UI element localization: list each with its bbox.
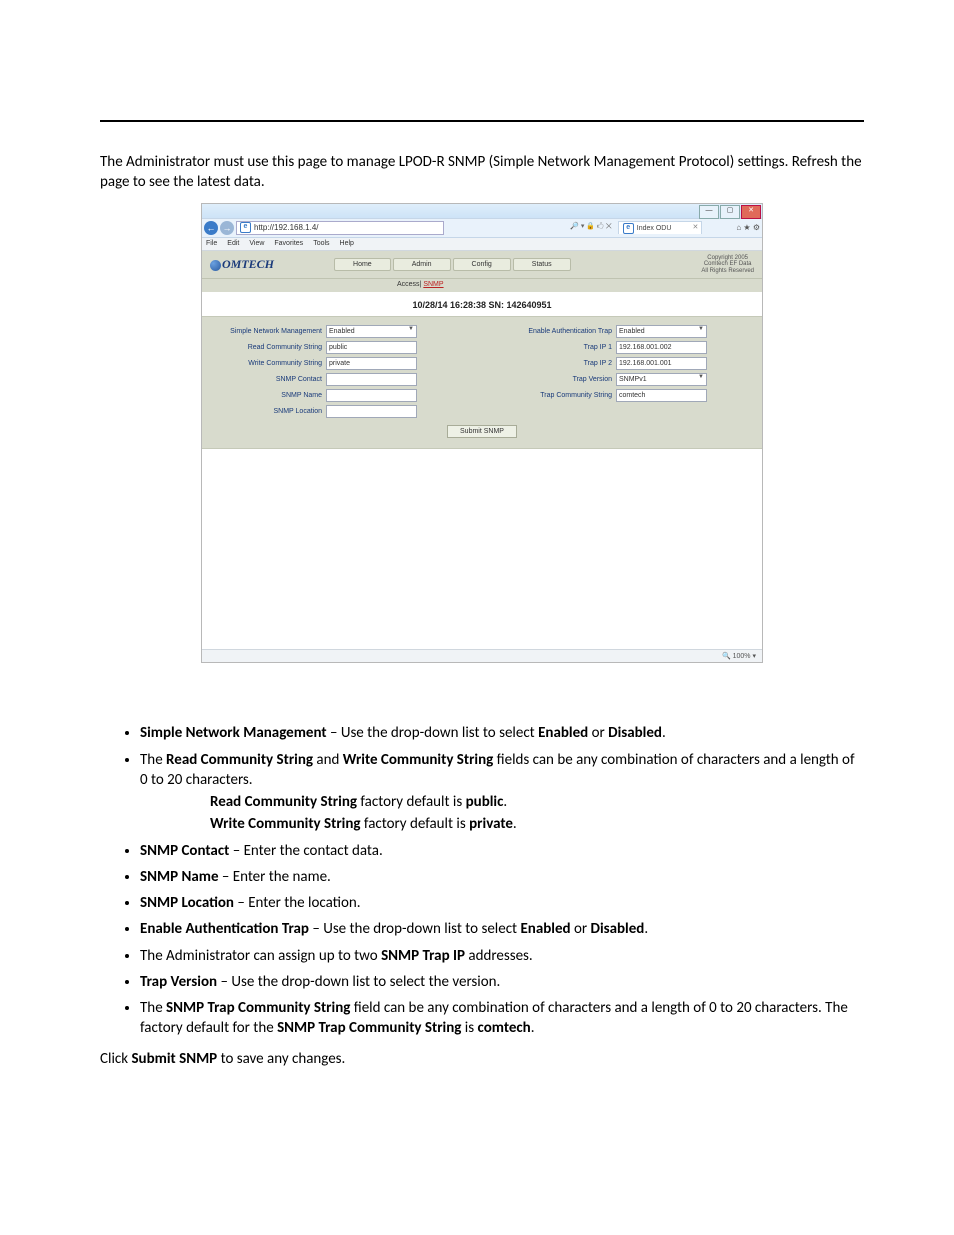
- tab-title: Index ODU: [637, 225, 672, 232]
- tab-admin[interactable]: Admin: [393, 258, 451, 271]
- tab-close-icon[interactable]: ✕: [693, 223, 699, 231]
- ie-menu-bar: File Edit View Favorites Tools Help: [202, 238, 762, 251]
- form-row: Trap IP 2192.168.001.001: [502, 355, 752, 371]
- field-label: Trap Version: [502, 376, 616, 383]
- form-row: SNMP Name: [212, 387, 462, 403]
- blank-area: [202, 449, 762, 649]
- field-label: Trap IP 1: [502, 344, 616, 351]
- field-label: Trap IP 2: [502, 360, 616, 367]
- top-rule: [100, 120, 864, 122]
- tab-config[interactable]: Config: [453, 258, 511, 271]
- field-label: Enable Authentication Trap: [502, 328, 616, 335]
- list-item: Trap Version – Use the drop-down list to…: [140, 972, 864, 992]
- form-row: SNMP Location: [212, 403, 462, 419]
- field-label: SNMP Location: [212, 408, 326, 415]
- text-input[interactable]: [326, 405, 417, 418]
- list-item: Enable Authentication Trap – Use the dro…: [140, 919, 864, 939]
- field-label: Write Community String: [212, 360, 326, 367]
- list-item: SNMP Contact – Enter the contact data.: [140, 841, 864, 861]
- forward-button[interactable]: →: [220, 221, 234, 235]
- text-input[interactable]: [326, 389, 417, 402]
- menu-favorites[interactable]: Favorites: [274, 240, 303, 247]
- dropdown[interactable]: Enabled: [326, 325, 417, 338]
- field-label: SNMP Name: [212, 392, 326, 399]
- close-button[interactable]: ✕: [741, 205, 761, 219]
- screenshot-ie-window: — ▢ ✕ ← → e http://192.168.1.4/ 🔎 ▾ 🔒 🖒 …: [201, 203, 763, 664]
- zoom-indicator[interactable]: 🔍 100% ▾: [722, 652, 756, 660]
- closing-paragraph: Click Submit SNMP to save any changes.: [100, 1049, 864, 1069]
- form-row: Write Community Stringprivate: [212, 355, 462, 371]
- app-header: OMTECH Home Admin Config Status Copyrigh…: [202, 251, 762, 280]
- subnav-snmp-link[interactable]: SNMP: [423, 281, 443, 288]
- text-input[interactable]: 192.168.001.002: [616, 341, 707, 354]
- menu-edit[interactable]: Edit: [227, 240, 239, 247]
- menu-tools[interactable]: Tools: [313, 240, 329, 247]
- submit-snmp-button[interactable]: Submit SNMP: [447, 425, 517, 438]
- dropdown[interactable]: SNMPv1: [616, 373, 707, 386]
- field-label: SNMP Contact: [212, 376, 326, 383]
- form-row: Read Community Stringpublic: [212, 339, 462, 355]
- ie-status-bar: 🔍 100% ▾: [202, 649, 762, 662]
- list-item: Simple Network Management – Use the drop…: [140, 723, 864, 743]
- maximize-button[interactable]: ▢: [720, 205, 740, 219]
- field-label: Read Community String: [212, 344, 326, 351]
- menu-file[interactable]: File: [206, 240, 217, 247]
- menu-view[interactable]: View: [249, 240, 264, 247]
- url-text: http://192.168.1.4/: [254, 223, 319, 232]
- minimize-button[interactable]: —: [699, 205, 719, 219]
- sub-nav: Access| SNMP: [202, 279, 762, 292]
- timestamp-line: 10/28/14 16:28:38 SN: 142640951: [202, 292, 762, 316]
- text-input[interactable]: public: [326, 341, 417, 354]
- form-row: Trap VersionSNMPv1: [502, 371, 752, 387]
- text-input[interactable]: comtech: [616, 389, 707, 402]
- address-bar: ← → e http://192.168.1.4/ 🔎 ▾ 🔒 🖒 ✕ e In…: [202, 218, 762, 238]
- text-input[interactable]: [326, 373, 417, 386]
- tab-status[interactable]: Status: [513, 258, 571, 271]
- form-row: Trap Community Stringcomtech: [502, 387, 752, 403]
- instruction-list: Simple Network Management – Use the drop…: [100, 723, 864, 1038]
- field-label: Trap Community String: [502, 392, 616, 399]
- text-input[interactable]: private: [326, 357, 417, 370]
- text-input[interactable]: 192.168.001.001: [616, 357, 707, 370]
- snmp-panel: Simple Network ManagementEnabledRead Com…: [202, 316, 762, 449]
- left-column: Simple Network ManagementEnabledRead Com…: [212, 323, 462, 419]
- window-titlebar: — ▢ ✕: [202, 204, 762, 218]
- list-item: SNMP Name – Enter the name.: [140, 867, 864, 887]
- back-button[interactable]: ←: [204, 221, 218, 235]
- app-nav: Home Admin Config Status: [334, 258, 571, 271]
- ie-icon: e: [240, 222, 251, 233]
- dropdown[interactable]: Enabled: [616, 325, 707, 338]
- list-item: SNMP Location – Enter the location.: [140, 893, 864, 913]
- form-row: Trap IP 1192.168.001.002: [502, 339, 752, 355]
- tab-favicon-icon: e: [623, 223, 634, 234]
- copyright: Copyright 2005 Comtech EF Data All Right…: [701, 255, 754, 275]
- form-row: SNMP Contact: [212, 371, 462, 387]
- form-row: Enable Authentication TrapEnabled: [502, 323, 752, 339]
- form-row: Simple Network ManagementEnabled: [212, 323, 462, 339]
- browser-tab[interactable]: e Index ODU ✕: [618, 221, 703, 234]
- url-field[interactable]: e http://192.168.1.4/: [236, 221, 444, 235]
- home-icon[interactable]: ⌂ ★ ⚙: [736, 223, 760, 232]
- list-item: The Administrator can assign up to two S…: [140, 946, 864, 966]
- intro-paragraph: The Administrator must use this page to …: [100, 152, 864, 193]
- list-item: The SNMP Trap Community String field can…: [140, 998, 864, 1039]
- field-label: Simple Network Management: [212, 328, 326, 335]
- addr-right-icons: 🔎 ▾ 🔒 🖒 ✕: [570, 222, 616, 233]
- menu-help[interactable]: Help: [340, 240, 354, 247]
- globe-icon: [210, 260, 221, 271]
- tab-home[interactable]: Home: [334, 258, 391, 271]
- list-item: The Read Community String and Write Comm…: [140, 750, 864, 835]
- logo: OMTECH: [210, 257, 274, 272]
- right-column: Enable Authentication TrapEnabledTrap IP…: [502, 323, 752, 419]
